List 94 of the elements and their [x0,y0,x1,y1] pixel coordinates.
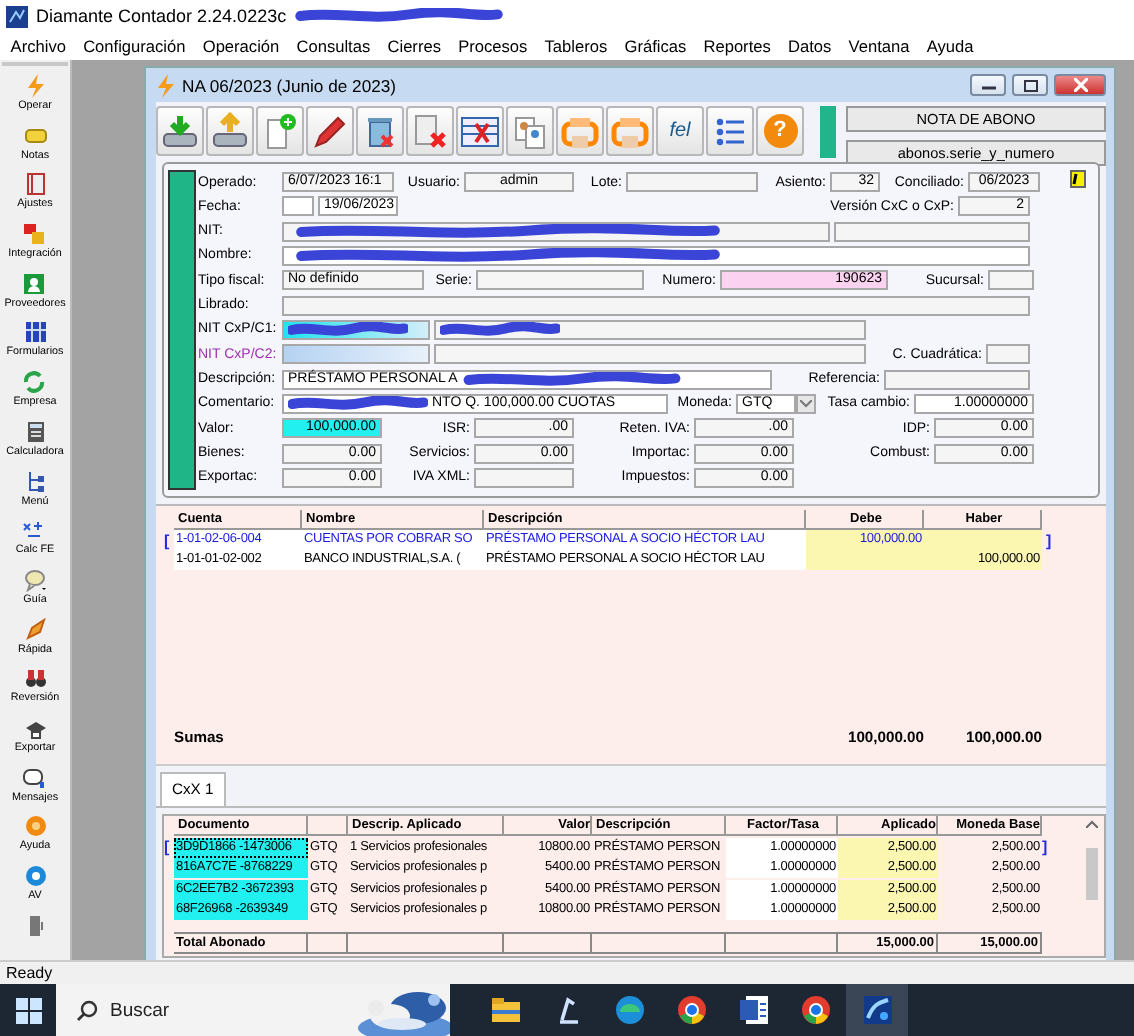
menu-item[interactable]: Tableros [535,36,616,56]
help-icon: ? [763,114,797,148]
list-button[interactable] [706,106,754,156]
circle-icon [23,864,47,888]
fel-button[interactable]: fel [656,106,704,156]
book-icon [23,172,47,197]
disk-arrow-icon [210,111,250,151]
marker-icon [1070,170,1086,188]
menu-item[interactable]: Ayuda [918,36,982,56]
help-icon [23,814,47,839]
contacts-button[interactable] [506,106,554,156]
table-cross-icon [460,111,500,151]
message-icon [22,765,47,790]
status-text: Ready [6,964,53,982]
table-cell [592,931,726,953]
ring-icon [799,994,831,1026]
input-field[interactable] [988,270,1034,291]
input-field[interactable] [282,319,430,340]
grid-button[interactable] [456,106,504,156]
scroll-thumb[interactable] [1085,848,1097,900]
cancel-button[interactable] [406,106,454,156]
table-cell [308,931,348,953]
color-strip [820,106,836,158]
speech-bubble-icon [23,567,47,592]
menu-item[interactable]: Operación [194,36,288,56]
selection-bracket: ] [1042,838,1050,857]
input-field[interactable] [282,196,314,217]
binoculars-icon [23,666,47,691]
close-button[interactable] [1054,74,1106,96]
input-field[interactable] [434,319,866,340]
rocket-icon [23,617,47,642]
disk-arrow-icon [160,111,200,151]
menu-item[interactable]: Gráficas [615,36,695,56]
input-field[interactable] [834,221,1030,242]
input-field[interactable] [884,369,1030,390]
input-field[interactable] [626,172,758,192]
restore-button[interactable] [1012,74,1048,96]
app-logo-icon [6,5,28,27]
app-icon [861,994,893,1026]
selection-bracket: [ [164,531,172,549]
tree-icon [23,469,47,493]
lightning-icon [156,73,176,97]
scroll-up-icon [1085,820,1097,828]
lightning-icon [23,74,47,98]
input-field[interactable] [282,295,1030,316]
search-icon [76,999,98,1021]
people-pages-icon [510,111,550,151]
input-field[interactable] [434,344,866,365]
table-cell [726,931,838,953]
formula-icon [22,518,47,543]
wave-icon [613,994,645,1026]
input-field[interactable] [474,467,574,488]
input-field[interactable] [476,270,644,291]
menu-item[interactable]: Reportes [694,36,780,56]
caret-icon [800,399,812,408]
menu-item[interactable]: Consultas [287,36,379,56]
document-icon [737,994,769,1026]
input-field[interactable] [986,344,1030,365]
pencil-icon [310,111,350,151]
note-icon [23,123,47,148]
delete-button[interactable] [356,106,404,156]
input-field[interactable] [282,245,1030,266]
dropdown-button[interactable] [796,393,816,414]
input-field[interactable] [282,344,430,365]
menu-item[interactable]: Ventana [839,36,919,56]
menu-item[interactable]: Datos [779,36,840,56]
edit-button[interactable] [306,106,354,156]
refresh-icon [22,370,47,395]
menu-item[interactable]: Archivo [2,36,75,56]
menu-item[interactable]: Configuración [74,36,195,56]
page-cross-icon [410,111,450,151]
restore-icon [1023,79,1037,91]
windows-icon [15,997,41,1023]
search-field[interactable]: Buscar [56,984,346,1036]
window-title: Diamante Contador 2.24.0223c [36,6,287,26]
input-field[interactable] [282,221,830,242]
search-input[interactable]: Buscar [110,999,310,1021]
menu-item[interactable]: Cierres [378,36,450,56]
import-button[interactable] [156,106,204,156]
ring-icon [675,994,707,1026]
window-title: NA 06/2023 (Junio de 2023) [182,75,397,95]
grid-icon [23,320,47,345]
blocks-icon [22,222,47,247]
selection-bracket: ] [1046,531,1054,549]
table-cell [504,931,592,953]
folder-icon [489,994,521,1026]
minimize-button[interactable] [970,74,1006,96]
export-button[interactable] [206,106,254,156]
close-icon [1073,78,1087,92]
person-icon [22,271,47,296]
selection-bracket: [ [164,838,172,857]
taskbar-button[interactable] [846,984,908,1036]
calculator-icon [23,419,47,444]
menu-item[interactable]: Procesos [449,36,536,56]
